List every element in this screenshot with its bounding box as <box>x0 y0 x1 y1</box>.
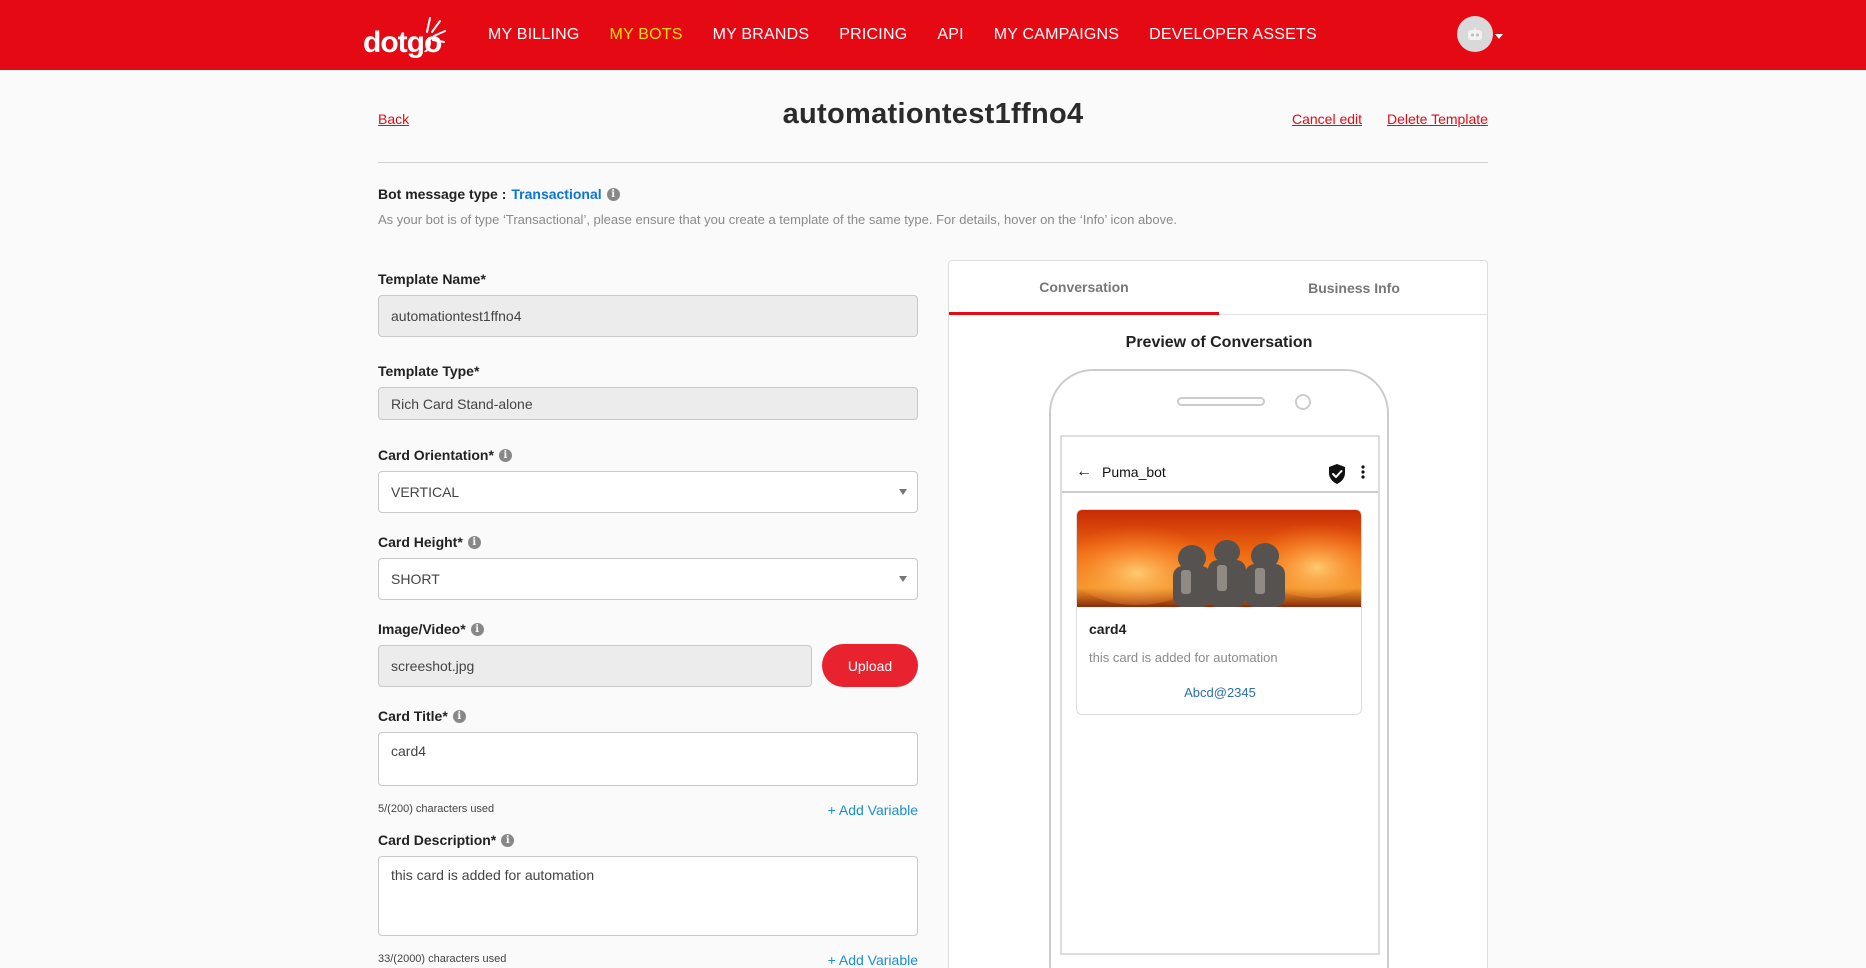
template-type-value: Rich Card Stand-alone <box>391 395 533 412</box>
tab-business-info[interactable]: Business Info <box>1219 261 1487 315</box>
template-name-field[interactable]: automationtest1ffno4 <box>378 295 918 337</box>
card-orientation-select[interactable]: VERTICAL <box>378 471 918 513</box>
card-image <box>1077 510 1361 607</box>
info-icon[interactable]: i <box>467 535 481 549</box>
upload-button[interactable]: Upload <box>822 644 918 687</box>
preview-panel: Conversation Business Info Preview of Co… <box>948 260 1488 968</box>
bot-message-type-note: As your bot is of type ‘Transactional’, … <box>378 212 1177 227</box>
bot-message-type-label: Bot message type : <box>378 186 507 202</box>
card-orientation-value: VERTICAL <box>391 484 460 500</box>
info-icon[interactable]: i <box>606 187 620 201</box>
preview-tabs: Conversation Business Info <box>949 261 1487 315</box>
card-title-counter: 5/(200) characters used <box>378 803 495 815</box>
card-description-label: Card Description* i <box>378 832 515 848</box>
back-link[interactable]: Back <box>378 111 409 127</box>
card-description-value: this card is added for automation <box>391 867 595 883</box>
card-height-value: SHORT <box>391 571 440 587</box>
card-orientation-label: Card Orientation* i <box>378 447 512 463</box>
chat-app-bar: ← Puma_bot <box>1062 453 1378 493</box>
card-suggestion-button[interactable]: Abcd@2345 <box>1077 685 1361 700</box>
dotgo-logo[interactable]: dotgo <box>363 14 446 58</box>
chevron-down-icon <box>1495 33 1503 39</box>
card-description-label-text: Card Description* <box>378 832 497 848</box>
top-nav: dotgo MY BILLING MY BOTS MY BRANDS PRICI… <box>0 0 1866 70</box>
more-vertical-icon[interactable] <box>1361 465 1365 479</box>
dropdown-arrow-icon <box>899 489 907 495</box>
media-file-value: screeshot.jpg <box>391 658 475 674</box>
template-type-label: Template Type* <box>378 363 479 379</box>
divider <box>378 162 1488 163</box>
info-icon[interactable]: i <box>452 709 466 723</box>
tab-conversation[interactable]: Conversation <box>949 261 1219 315</box>
card-title-value: card4 <box>391 743 427 759</box>
bot-message-type: Bot message type : Transactional i <box>378 186 620 202</box>
nav-api[interactable]: API <box>937 26 963 44</box>
template-name-label: Template Name* <box>378 271 486 287</box>
add-variable-button[interactable]: + Add Variable <box>828 952 918 968</box>
nav-pricing[interactable]: PRICING <box>839 26 907 44</box>
card-height-label: Card Height* i <box>378 534 481 550</box>
bot-name: Puma_bot <box>1102 464 1166 480</box>
card-title: card4 <box>1089 621 1127 637</box>
card-title-label-text: Card Title* <box>378 708 448 724</box>
nav-my-billing[interactable]: MY BILLING <box>488 26 580 44</box>
card-height-label-text: Card Height* <box>378 534 463 550</box>
preview-title: Preview of Conversation <box>1125 334 1313 351</box>
card-description-input[interactable]: this card is added for automation <box>378 856 918 936</box>
media-file-field[interactable]: screeshot.jpg <box>378 645 812 687</box>
rich-card-preview: card4 this card is added for automation … <box>1076 509 1362 715</box>
card-description-counter: 33/(2000) characters used <box>378 953 507 965</box>
card-orientation-label-text: Card Orientation* <box>378 447 494 463</box>
robot-avatar-icon[interactable] <box>1457 16 1493 52</box>
page-title: automationtest1ffno4 <box>782 98 1084 130</box>
add-variable-button[interactable]: + Add Variable <box>828 802 918 818</box>
nav-developer-assets[interactable]: DEVELOPER ASSETS <box>1149 26 1317 44</box>
cancel-edit-link[interactable]: Cancel edit <box>1292 111 1362 127</box>
info-icon[interactable]: i <box>498 448 512 462</box>
shield-check-icon <box>1329 464 1345 484</box>
template-name-value: automationtest1ffno4 <box>391 308 522 324</box>
phone-screen: ← Puma_bot card4 this card is added for … <box>1060 435 1380 955</box>
main-nav: MY BILLING MY BOTS MY BRANDS PRICING API… <box>488 0 1347 70</box>
template-type-label-text: Template Type* <box>378 363 480 379</box>
card-height-select[interactable]: SHORT <box>378 558 918 600</box>
info-icon[interactable]: i <box>470 622 484 636</box>
card-title-input[interactable]: card4 <box>378 732 918 786</box>
arrow-left-icon[interactable]: ← <box>1076 463 1092 481</box>
template-type-field[interactable]: Rich Card Stand-alone <box>378 387 918 420</box>
template-name-label-text: Template Name* <box>378 271 486 287</box>
phone-speaker <box>1177 397 1265 406</box>
user-menu[interactable] <box>1457 16 1503 52</box>
dropdown-arrow-icon <box>899 576 907 582</box>
info-icon[interactable]: i <box>501 833 515 847</box>
logo-sparkle-icon <box>424 17 446 52</box>
nav-my-brands[interactable]: MY BRANDS <box>713 26 810 44</box>
bot-message-type-value: Transactional <box>511 186 602 202</box>
card-description: this card is added for automation <box>1089 650 1278 665</box>
nav-my-bots[interactable]: MY BOTS <box>610 26 683 44</box>
media-label: Image/Video* i <box>378 621 484 637</box>
nav-my-campaigns[interactable]: MY CAMPAIGNS <box>994 26 1119 44</box>
media-label-text: Image/Video* <box>378 621 466 637</box>
delete-template-link[interactable]: Delete Template <box>1387 111 1488 127</box>
phone-camera <box>1295 394 1311 410</box>
phone-frame: ← Puma_bot card4 this card is added for … <box>1049 369 1389 968</box>
card-title-label: Card Title* i <box>378 708 466 724</box>
